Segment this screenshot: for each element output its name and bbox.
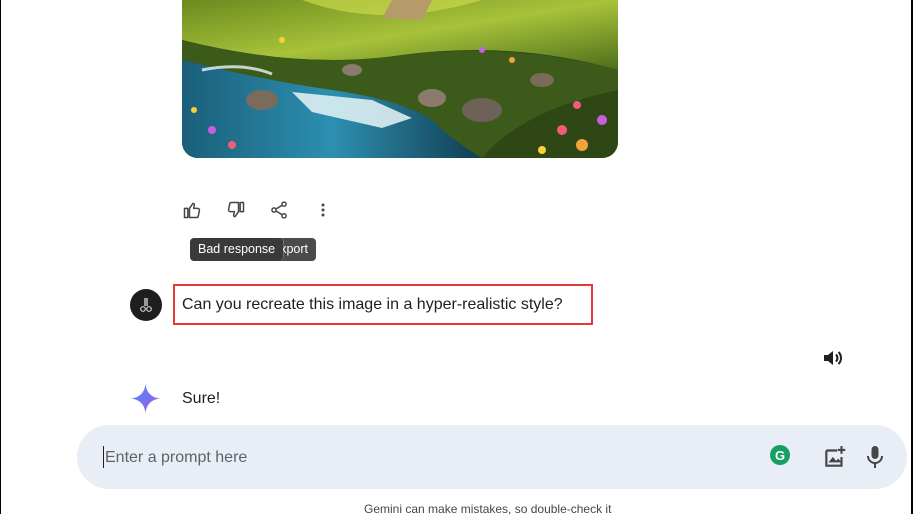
grammarly-icon[interactable]: G xyxy=(770,445,790,465)
user-avatar-image xyxy=(140,298,152,312)
good-response-button[interactable] xyxy=(178,196,206,224)
bad-response-tooltip: Bad response xyxy=(190,238,284,261)
bad-response-button[interactable] xyxy=(222,196,250,224)
prompt-input[interactable] xyxy=(103,444,707,472)
user-prompt-text: Can you recreate this image in a hyper-r… xyxy=(182,296,563,313)
text-caret xyxy=(103,446,104,468)
thumb-down-icon xyxy=(227,201,245,218)
microphone-icon xyxy=(867,446,883,468)
share-icon xyxy=(271,201,287,219)
upload-image-button[interactable] xyxy=(822,444,848,470)
gemini-star-icon xyxy=(130,383,161,414)
user-avatar[interactable] xyxy=(130,289,162,321)
thumb-up-icon xyxy=(183,202,201,219)
microphone-button[interactable] xyxy=(863,444,887,470)
add-image-icon xyxy=(825,446,846,467)
more-vertical-icon xyxy=(321,203,325,217)
generated-image[interactable] xyxy=(182,0,618,158)
landscape-illustration xyxy=(182,0,618,158)
model-response-text: Sure! xyxy=(182,390,221,407)
speaker-icon xyxy=(824,351,842,365)
left-border xyxy=(0,0,1,514)
more-options-button[interactable] xyxy=(309,196,337,224)
listen-button[interactable] xyxy=(820,346,844,370)
share-button[interactable] xyxy=(265,196,293,224)
